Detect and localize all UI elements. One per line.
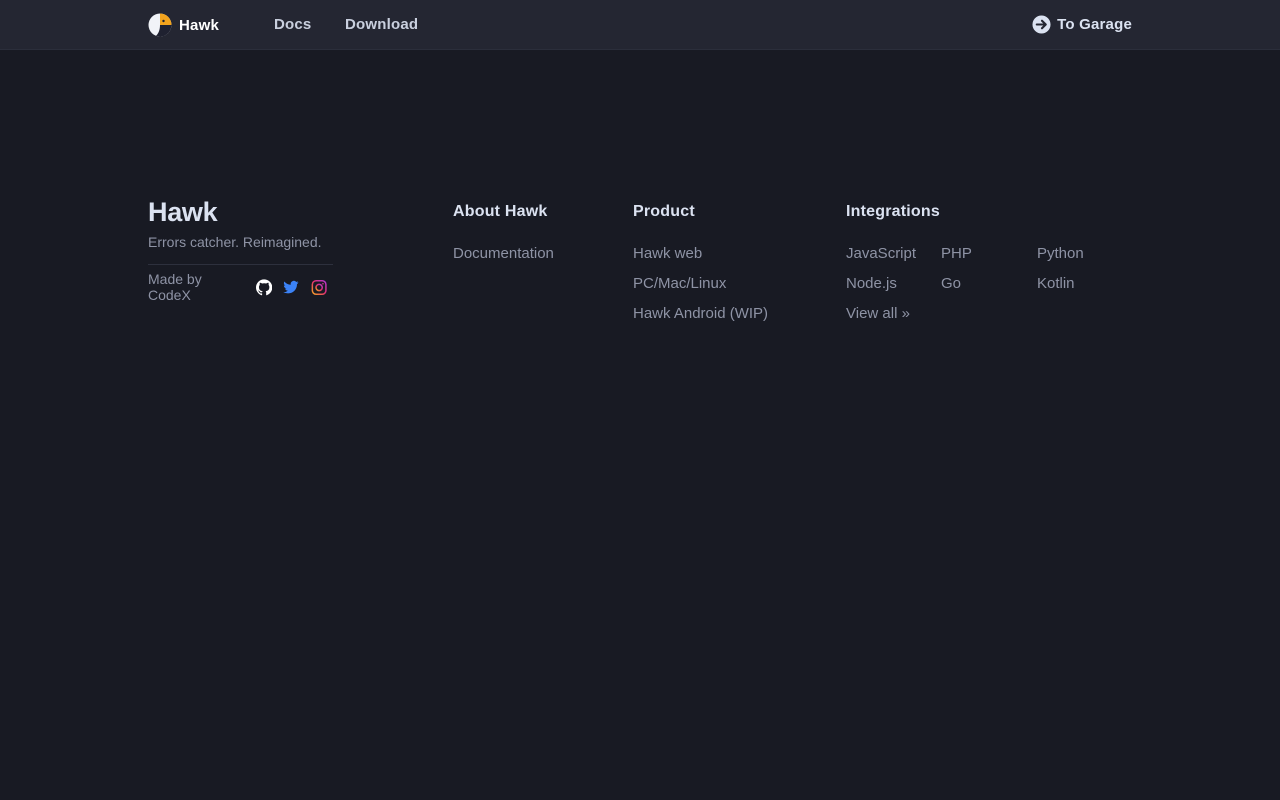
to-garage-button[interactable]: To Garage: [1032, 15, 1132, 34]
nav-docs-link[interactable]: Docs: [274, 16, 311, 33]
made-by-text[interactable]: Made by CodeX: [148, 271, 244, 303]
instagram-icon[interactable]: [311, 279, 327, 296]
footer-brand-block: Hawk Errors catcher. Reimagined. Made by…: [148, 197, 338, 303]
brand-name: Hawk: [179, 16, 219, 34]
github-icon[interactable]: [256, 278, 273, 296]
integration-view-all-link[interactable]: View all »: [846, 305, 941, 323]
hawk-logo-icon: [148, 13, 172, 37]
integration-javascript-link[interactable]: JavaScript: [846, 245, 941, 263]
to-garage-label: To Garage: [1057, 16, 1132, 33]
hawk-web-link[interactable]: Hawk web: [633, 245, 768, 263]
footer-column-product: Product Hawk web PC/Mac/Linux Hawk Andro…: [633, 203, 768, 323]
integration-nodejs-link[interactable]: Node.js: [846, 275, 941, 293]
footer-column-about: About Hawk Documentation: [453, 203, 554, 263]
nav-download-link[interactable]: Download: [345, 16, 418, 33]
top-navigation-bar: Hawk Docs Download To Garage: [0, 0, 1280, 50]
column-title-about: About Hawk: [453, 203, 548, 220]
column-title-product: Product: [633, 203, 695, 220]
footer-column-integrations: Integrations JavaScript PHP Python Node.…: [846, 203, 1137, 323]
footer-tagline: Errors catcher. Reimagined.: [148, 234, 322, 250]
column-title-integrations: Integrations: [846, 203, 940, 220]
brand-home-link[interactable]: Hawk: [148, 13, 219, 37]
integration-kotlin-link[interactable]: Kotlin: [1037, 275, 1137, 293]
arrow-right-circle-icon: [1032, 15, 1051, 34]
hawk-android-link[interactable]: Hawk Android (WIP): [633, 305, 768, 323]
integration-go-link[interactable]: Go: [941, 275, 1037, 293]
made-by-row: Made by CodeX: [148, 271, 338, 303]
integration-python-link[interactable]: Python: [1037, 245, 1137, 263]
integration-php-link[interactable]: PHP: [941, 245, 1037, 263]
twitter-icon[interactable]: [283, 279, 300, 296]
footer-title: Hawk: [148, 197, 218, 227]
integrations-grid: JavaScript PHP Python Node.js Go Kotlin …: [846, 245, 1137, 323]
about-links: Documentation: [453, 245, 554, 263]
documentation-link[interactable]: Documentation: [453, 245, 554, 263]
product-links: Hawk web PC/Mac/Linux Hawk Android (WIP): [633, 245, 768, 323]
footer-divider: [148, 264, 333, 265]
pc-mac-linux-link[interactable]: PC/Mac/Linux: [633, 275, 768, 293]
